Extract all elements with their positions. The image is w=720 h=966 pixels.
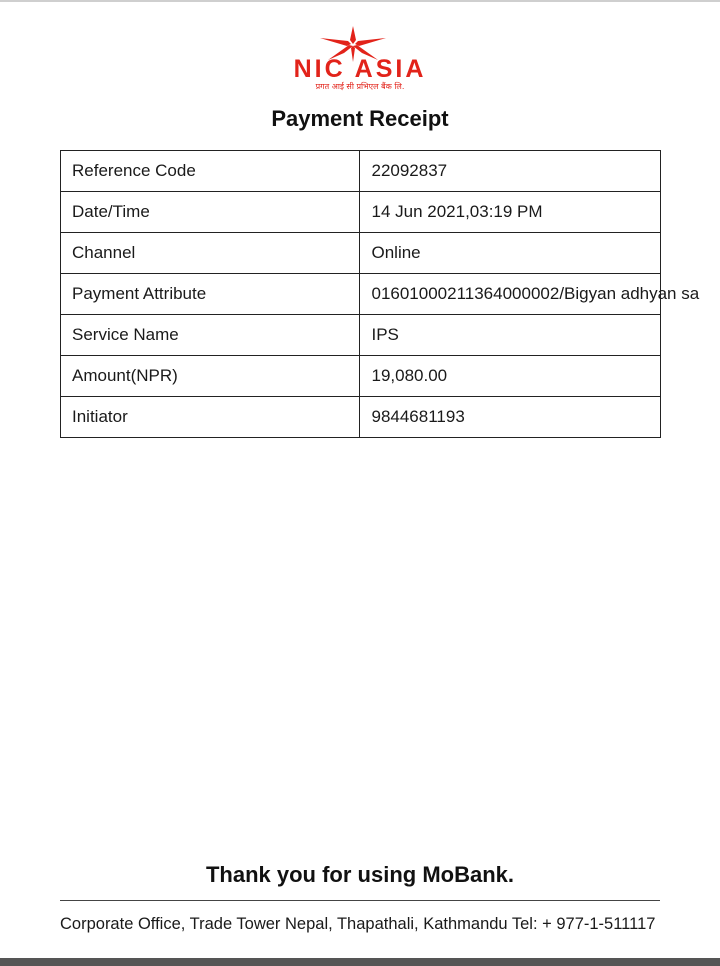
table-row: Reference Code 22092837	[59, 150, 661, 192]
row-value: 9844681193	[359, 396, 661, 438]
row-label: Channel	[59, 232, 361, 274]
footer-divider	[60, 900, 660, 901]
table-row: Payment Attribute 01601000211364000002/B…	[59, 273, 699, 315]
page-title: Payment Receipt	[271, 106, 449, 131]
brand-tagline: प्रगत आई सी प्रभिएल बैंक लि.	[315, 82, 405, 91]
table-row: Initiator 9844681193	[59, 396, 661, 438]
top-divider	[0, 0, 720, 2]
row-value: 14 Jun 2021,03:19 PM	[359, 191, 661, 233]
row-value: 22092837	[359, 150, 661, 192]
row-label: Amount(NPR)	[59, 355, 361, 397]
row-label: Date/Time	[59, 191, 361, 233]
footer-address: Corporate Office, Trade Tower Nepal, Tha…	[60, 915, 656, 933]
brand-name: NIC ASIA	[293, 55, 427, 83]
row-label: Reference Code	[59, 150, 361, 192]
bottom-bar	[0, 958, 720, 966]
row-value: IPS	[359, 314, 661, 356]
row-value: 19,080.00	[359, 355, 661, 397]
row-label: Initiator	[59, 396, 361, 438]
thank-you-message: Thank you for using MoBank.	[205, 862, 514, 887]
table-row: Date/Time 14 Jun 2021,03:19 PM	[59, 191, 661, 233]
row-value: Online	[359, 232, 661, 274]
row-value: 01601000211364000002/Bigyan adhyan sa	[359, 273, 699, 315]
bank-logo: NIC ASIA प्रगत आई सी प्रभिएल बैंक लि.	[0, 26, 720, 97]
table-row: Amount(NPR) 19,080.00	[59, 355, 661, 397]
row-label: Payment Attribute	[59, 273, 361, 315]
table-row: Service Name IPS	[59, 314, 661, 356]
row-label: Service Name	[59, 314, 361, 356]
receipt-table: Reference Code 22092837 Date/Time 14 Jun…	[59, 150, 699, 438]
table-row: Channel Online	[59, 232, 661, 274]
